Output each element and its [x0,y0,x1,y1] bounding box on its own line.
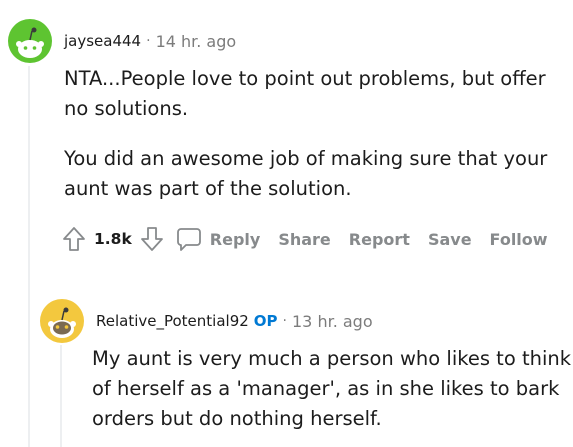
comment-header: Relative_Potential92 OP · 13 hr. ago [40,298,570,344]
comment-body: My aunt is very much a person who likes … [92,344,572,434]
report-button[interactable]: Report [349,230,410,249]
comment-paragraph: You did an awesome job of making sure th… [64,147,548,200]
comment-paragraph: My aunt is very much a person who likes … [92,347,572,430]
reply-comment: Relative_Potential92 OP · 13 hr. ago My … [40,298,572,434]
vote-score: 1.8k [94,230,132,248]
reply-bubble-icon [176,226,202,252]
comment-timestamp[interactable]: 14 hr. ago [156,32,237,51]
meta-separator: · [146,33,151,49]
op-badge: OP [253,312,278,330]
comment-paragraph: NTA...People love to point out problems,… [64,67,546,120]
comment: jaysea444 · 14 hr. ago NTA...People love… [8,18,568,256]
save-button[interactable]: Save [428,230,472,249]
comment-timestamp[interactable]: 13 hr. ago [292,312,373,331]
comment-author[interactable]: jaysea444 [64,32,141,50]
snoo-avatar-icon[interactable] [40,299,84,343]
comment-author[interactable]: Relative_Potential92 [96,312,249,330]
downvote-icon[interactable] [138,225,166,253]
reply-button[interactable]: Reply [176,226,261,252]
snoo-avatar-icon[interactable] [8,19,52,63]
upvote-icon[interactable] [60,225,88,253]
comment-body: NTA...People love to point out problems,… [64,64,568,204]
follow-button[interactable]: Follow [490,230,548,249]
comment-actions: 1.8k Reply Share Report Save Follow [60,222,568,256]
reply-label: Reply [209,229,261,249]
comment-header: jaysea444 · 14 hr. ago [8,18,568,64]
meta-separator: · [282,313,287,329]
share-button[interactable]: Share [278,230,330,249]
